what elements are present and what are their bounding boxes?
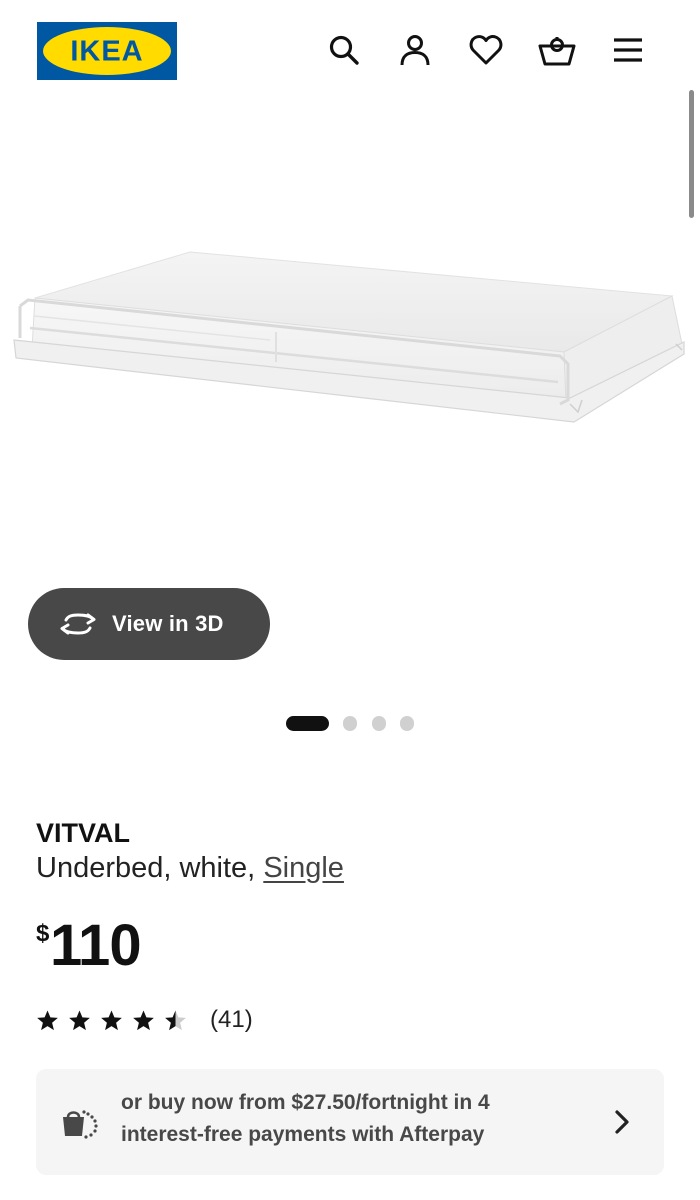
carousel-dot-4[interactable] [400,716,414,731]
price-amount: 110 [50,913,142,978]
view-in-3d-label: View in 3D [112,611,224,636]
heart-icon[interactable] [466,30,506,70]
half-star-icon [165,1009,186,1030]
star-icon [69,1009,90,1030]
rotate-3d-icon [58,609,98,639]
product-description-text: Underbed, white, [36,852,264,884]
star-icon [37,1009,58,1030]
basket-icon[interactable] [537,30,577,70]
afterpay-banner[interactable]: or buy now from $27.50/fortnight in 4 in… [36,1069,664,1175]
star-icon [133,1009,154,1030]
ikea-logo[interactable]: IKEA [37,22,177,80]
star-icon [101,1009,122,1030]
afterpay-text: or buy now from $27.50/fortnight in 4 in… [121,1091,490,1146]
menu-icon[interactable] [608,30,648,70]
afterpay-bag-icon [63,1110,98,1139]
logo-wordmark: IKEA [70,36,143,68]
carousel-dot-2[interactable] [343,716,357,731]
product-image[interactable] [0,100,700,600]
search-icon[interactable] [324,30,364,70]
view-in-3d-button[interactable]: View in 3D [28,588,270,660]
account-icon[interactable] [395,30,435,70]
product-name: VITVAL [36,818,130,848]
carousel-dot-1[interactable] [286,716,329,731]
review-count: (41) [210,1006,253,1033]
size-link[interactable]: Single [263,852,344,884]
product-rating[interactable]: (41) [36,1004,253,1036]
chevron-right-icon [615,1110,629,1134]
site-header: IKEA [0,0,700,100]
price-currency: $ [36,920,50,947]
carousel-indicators [0,716,700,732]
product-description: Underbed, white, Single [36,852,344,885]
carousel-dot-3[interactable] [372,716,386,731]
